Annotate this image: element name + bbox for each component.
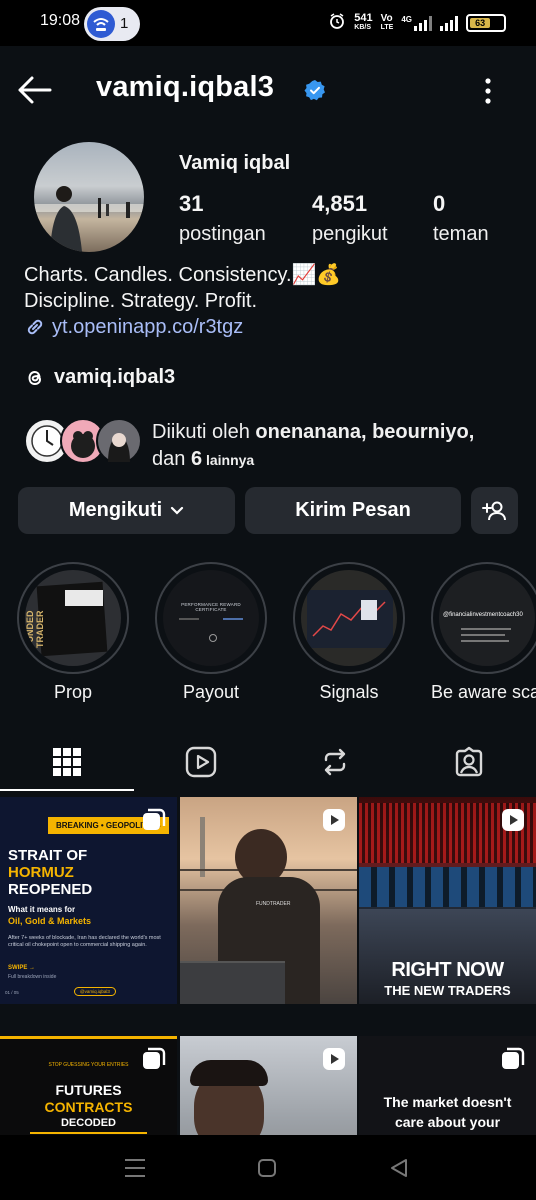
reel-play-icon [502, 809, 524, 831]
bio: Charts. Candles. Consistency.📈💰 Discipli… [24, 262, 341, 340]
profile-tabs [0, 732, 536, 792]
threads-handle: vamiq.iqbal3 [54, 366, 176, 388]
followed-by-text[interactable]: Diikuti oleh onenanana, beourniyo, dan 6… [152, 419, 474, 474]
system-nav-bar [0, 1135, 536, 1200]
back-triangle-icon [391, 1159, 407, 1177]
avatar-photo [34, 186, 144, 252]
battery-level: 63 [470, 17, 491, 28]
following-label: Mengikuti [68, 499, 163, 521]
signal-icon [440, 15, 458, 31]
followed-by-names: onenanana, beourniyo, [255, 421, 475, 443]
alarm-icon [328, 12, 346, 33]
friends-label: teman [433, 223, 489, 245]
post-item[interactable] [180, 1036, 357, 1135]
repost-icon [324, 748, 346, 776]
tagged-person-icon [455, 746, 483, 777]
status-bar: 19:08 1 541 KB/S Vo LTE 4G 63 [0, 0, 536, 46]
send-message-label: Kirim Pesan [295, 499, 411, 521]
recent-apps-button[interactable] [120, 1157, 150, 1179]
chevron-down-icon [171, 506, 184, 515]
tab-reels[interactable] [134, 732, 268, 792]
volte-indicator: Vo LTE [380, 12, 394, 31]
vertical-dots-icon [485, 78, 491, 104]
posts-label: postingan [179, 223, 266, 245]
threads-badge[interactable]: vamiq.iqbal3 [24, 366, 175, 389]
back-nav-button[interactable] [386, 1155, 412, 1181]
carousel-icon [143, 808, 166, 830]
signal-4g-icon: 4G [401, 15, 432, 31]
post-item[interactable]: The market doesn't care about your [359, 1036, 536, 1135]
post-item[interactable]: FUNDTRADER [180, 797, 357, 1004]
highlight-signals[interactable]: Signals [293, 562, 405, 703]
mutual-followers-avatars[interactable] [24, 418, 144, 466]
display-name: Vamiq iqbal [179, 152, 291, 174]
hotspot-indicator[interactable]: 1 [84, 7, 140, 41]
followed-by-count: 6 [190, 448, 203, 470]
bio-line-2: Discipline. Strategy. Profit. [24, 290, 258, 312]
profile-username: vamiq.iqbal3 [96, 71, 275, 103]
status-icons: 541 KB/S Vo LTE 4G 63 [328, 12, 506, 33]
back-arrow-icon [18, 76, 52, 104]
hotspot-count: 1 [120, 15, 129, 32]
bio-link[interactable]: yt.openinapp.co/r3tgz [24, 314, 341, 340]
back-button[interactable] [14, 72, 58, 108]
reels-icon [185, 746, 217, 778]
home-button[interactable] [254, 1155, 280, 1181]
tab-reposts[interactable] [268, 732, 402, 792]
stat-followers[interactable]: 4,851 pengikut [312, 191, 388, 246]
grid-icon [53, 748, 81, 776]
post-item[interactable]: STOP GUESSING YOUR ENTRIES FUTURES CONTR… [0, 1036, 177, 1135]
home-square-icon [258, 1159, 276, 1177]
post-item[interactable]: RIGHT NOW THE NEW TRADERS [359, 797, 536, 1004]
highlight-prop[interactable]: FUNDED TRADER Prop [17, 562, 129, 703]
link-icon [27, 319, 43, 335]
stat-friends[interactable]: 0 teman [433, 191, 489, 246]
status-time: 19:08 [40, 12, 81, 29]
menu-lines-icon [125, 1159, 145, 1177]
hotspot-icon [87, 10, 115, 38]
tab-tagged[interactable] [402, 732, 536, 792]
tab-grid[interactable] [0, 732, 134, 792]
stat-posts[interactable]: 31 postingan [179, 191, 266, 246]
network-speed: 541 KB/S [354, 11, 373, 31]
followers-count: 4,851 [312, 191, 368, 216]
verified-badge-icon [304, 79, 326, 101]
highlight-be-aware-cover: @financialinvestmentcoach30 [439, 570, 535, 666]
more-options-button[interactable] [476, 74, 500, 108]
posts-count: 31 [179, 191, 204, 216]
send-message-button[interactable]: Kirim Pesan [245, 487, 461, 534]
highlight-signals-cover [301, 570, 397, 666]
follower-avatar-3 [96, 418, 142, 464]
highlight-be-aware-label: Be aware sca [431, 682, 536, 702]
friends-count: 0 [433, 191, 446, 216]
highlight-be-aware[interactable]: @financialinvestmentcoach30 Be aware sca [431, 562, 536, 703]
carousel-icon [502, 1047, 525, 1069]
followers-label: pengikut [312, 223, 388, 245]
bio-line-1: Charts. Candles. Consistency.📈💰 [24, 264, 342, 286]
post-item[interactable]: BREAKING • GEOPOLITICS STRAIT OF HORMUZ … [0, 797, 177, 1004]
reel-play-icon [323, 1048, 345, 1070]
following-button[interactable]: Mengikuti [18, 487, 235, 534]
threads-icon [28, 370, 42, 385]
highlight-payout-label: Payout [182, 682, 240, 702]
highlight-prop-cover: FUNDED TRADER [25, 570, 121, 666]
highlight-payout[interactable]: PERFORMANCE REWARD CERTIFICATE Payout [155, 562, 267, 703]
add-user-icon [481, 501, 506, 520]
suggested-users-button[interactable] [471, 487, 518, 534]
carousel-icon [143, 1047, 166, 1069]
highlight-signals-label: Signals [319, 682, 379, 702]
reel-play-icon [323, 809, 345, 831]
active-tab-indicator [0, 789, 134, 791]
bio-link-text: yt.openinapp.co/r3tgz [52, 316, 244, 338]
highlight-payout-cover: PERFORMANCE REWARD CERTIFICATE [163, 570, 259, 666]
profile-avatar[interactable] [34, 142, 144, 252]
battery-icon: 63 [466, 13, 506, 32]
profile-screen: vamiq.iqbal3 Vamiq iqbal 31 postingan 4,… [0, 46, 536, 1135]
highlight-prop-label: Prop [53, 682, 93, 702]
